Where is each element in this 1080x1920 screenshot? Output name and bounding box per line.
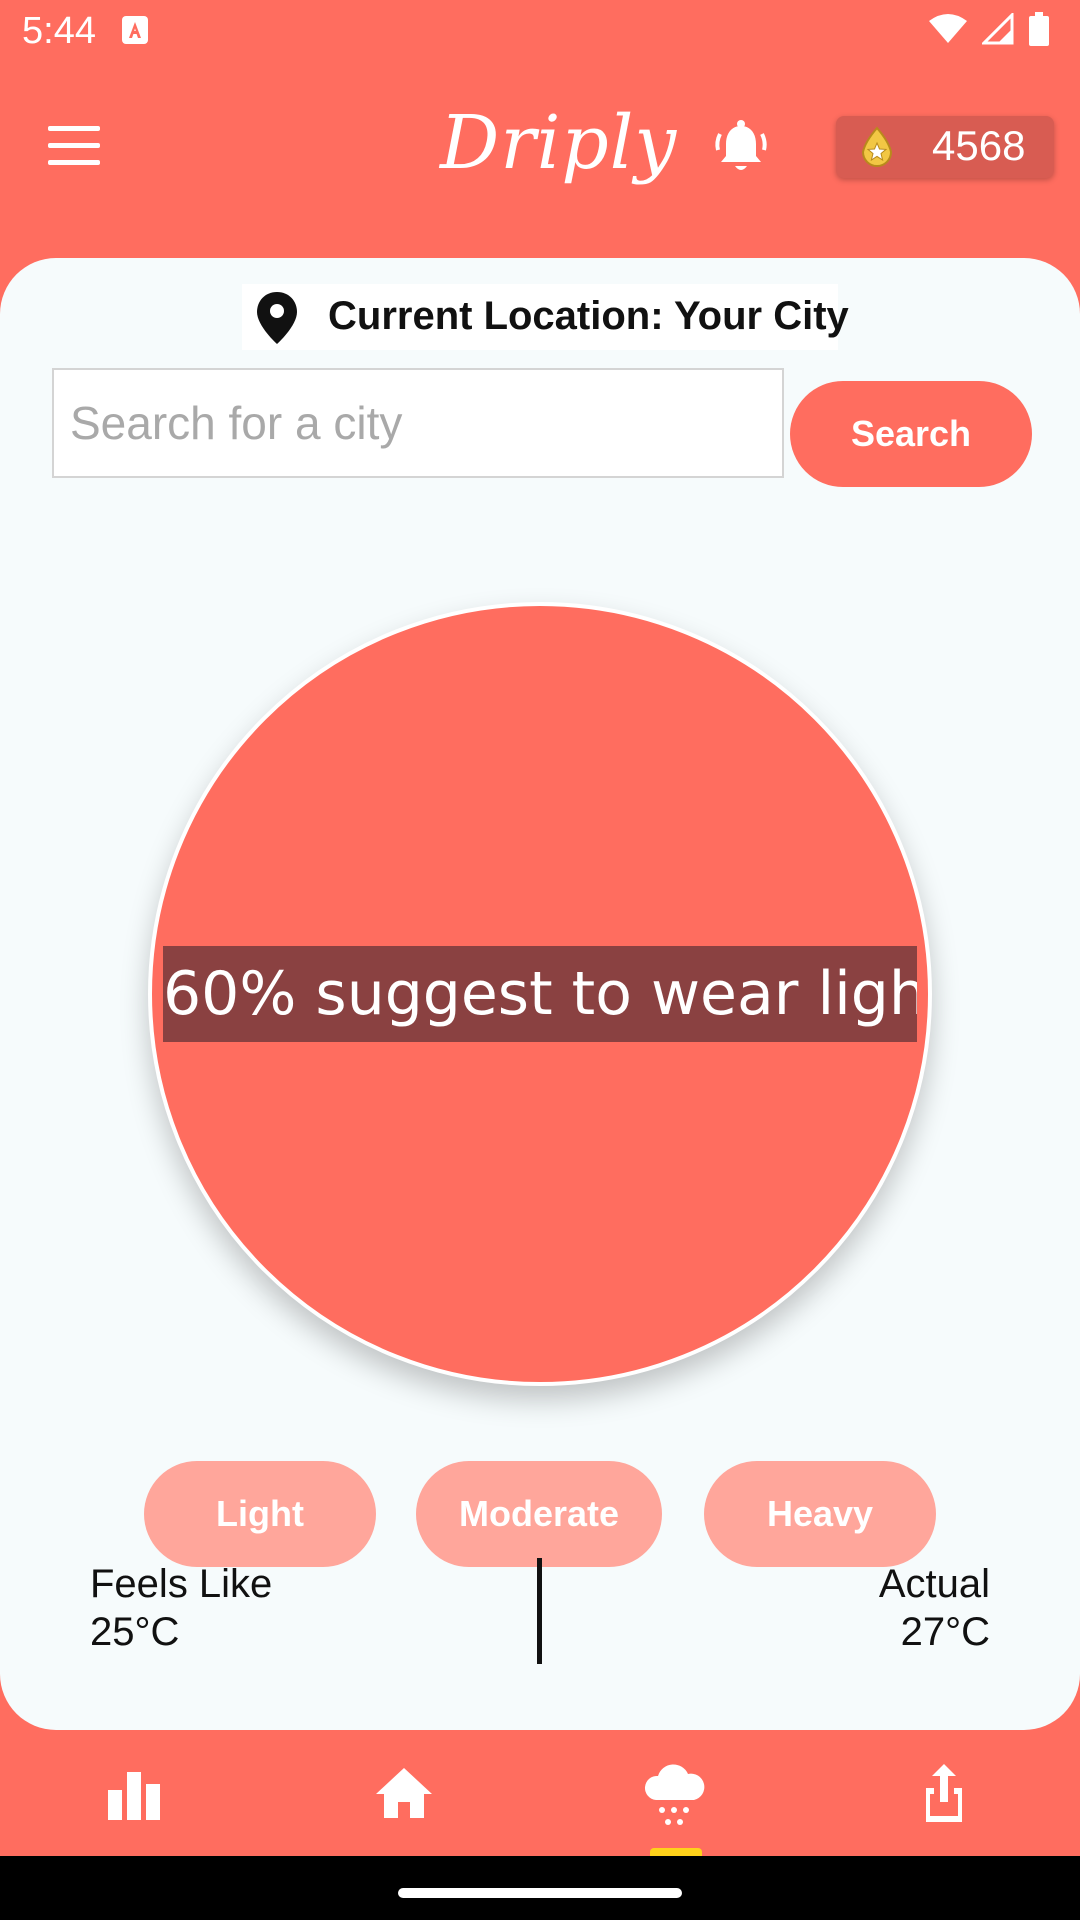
weather-icon [644,1764,705,1825]
wifi-icon [929,14,967,43]
home-icon [376,1768,432,1818]
bell-icon[interactable] [712,118,770,178]
actual-value: 27°C [900,1610,990,1654]
light-option-button[interactable]: Light [144,1461,376,1567]
nav-home[interactable] [364,1760,444,1830]
current-location-label: Current Location: Your City [328,294,849,338]
stats-icon [108,1772,160,1820]
search-button[interactable]: Search [790,381,1032,487]
coin-icon [858,126,896,170]
location-pin-icon [254,290,300,346]
suggestion-text: 60% suggest to wear light [163,946,917,1042]
city-search-input[interactable] [52,368,784,478]
app-title: Driply [440,100,678,186]
feels-like-value: 25°C [90,1610,180,1654]
keyboard-a-icon [122,16,148,44]
temperature-divider [537,1558,542,1664]
signal-icon [982,13,1014,45]
moderate-option-button[interactable]: Moderate [416,1461,662,1567]
share-icon [926,1764,962,1822]
heavy-option-button[interactable]: Heavy [704,1461,936,1567]
nav-stats[interactable] [94,1760,174,1830]
feels-like-label: Feels Like [90,1562,273,1606]
menu-icon[interactable] [48,126,100,166]
location-bar: Current Location: Your City [242,284,849,350]
battery-icon [1029,12,1049,46]
nav-share[interactable] [904,1760,984,1830]
app-screen: 5:44 Driply 4568 Current Location: Your … [0,0,1080,1920]
status-bar: 5:44 [0,0,1080,64]
coins-chip[interactable]: 4568 [836,116,1054,178]
coin-count: 4568 [932,122,1026,169]
status-icons [928,12,1050,46]
nav-weather[interactable] [634,1760,714,1830]
home-gesture-handle[interactable] [398,1888,682,1898]
status-time: 5:44 [22,10,96,52]
actual-label: Actual [878,1562,990,1606]
